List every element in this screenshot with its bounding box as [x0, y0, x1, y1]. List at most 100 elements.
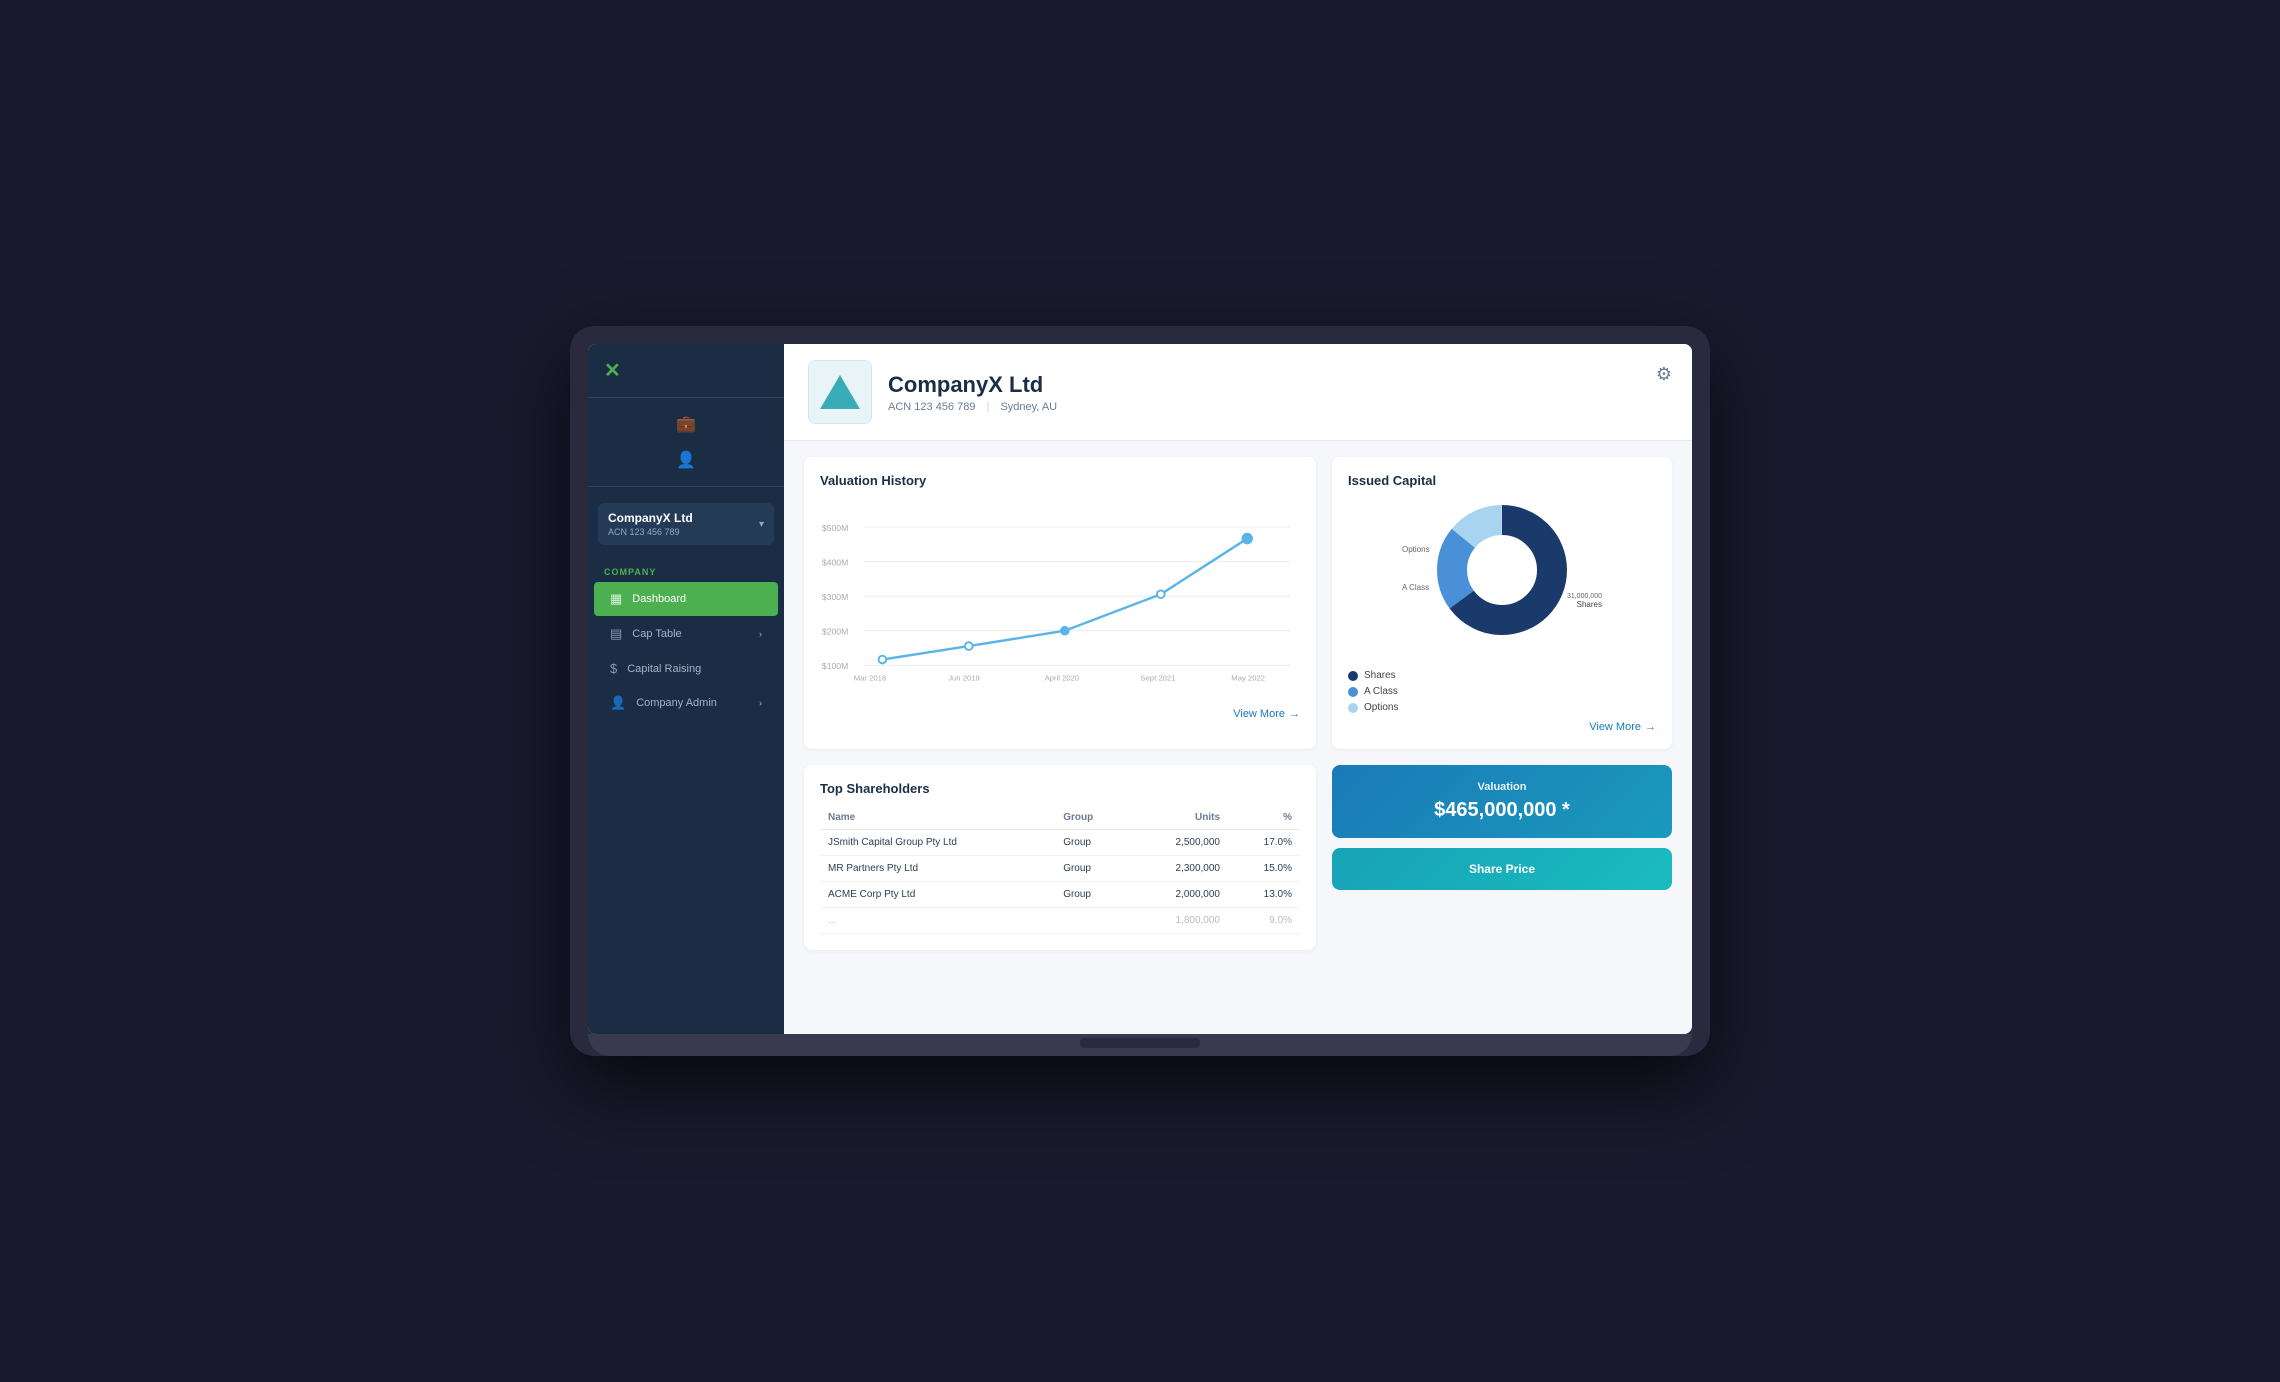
svg-text:$400M: $400M: [822, 557, 848, 567]
dashboard-icon: ▦: [610, 591, 622, 607]
company-logo-triangle: [820, 375, 860, 409]
valuation-history-view-more[interactable]: View More →: [820, 708, 1300, 720]
laptop-frame: ✕ 💼 👤 CompanyX Ltd ACN 123 456 789 ▾ COM…: [570, 326, 1710, 1056]
dashboard-body: Valuation History $500M $400M $300M $200…: [784, 441, 1692, 1034]
company-selector-name: CompanyX Ltd: [608, 511, 693, 525]
valuation-chart-svg: $500M $400M $300M $200M $100M: [820, 500, 1300, 700]
sidebar-item-company-admin[interactable]: 👤 Company Admin ›: [594, 686, 778, 720]
legend-dot-shares: [1348, 671, 1358, 681]
valuation-chart-area: $500M $400M $300M $200M $100M: [820, 500, 1300, 700]
shareholders-table: Name Group Units % JSmith Capital Group …: [820, 806, 1300, 934]
issued-capital-card: Issued Capital Options A Class: [1332, 457, 1672, 749]
legend-dot-options: [1348, 703, 1358, 713]
valuation-widget[interactable]: Valuation $465,000,000 *: [1332, 765, 1672, 838]
dashboard-top-row: Valuation History $500M $400M $300M $200…: [804, 457, 1672, 749]
shareholder-percent: 15.0%: [1228, 856, 1300, 882]
shareholder-units: 2,500,000: [1130, 830, 1228, 856]
table-row: ACME Corp Pty Ltd Group 2,000,000 13.0%: [820, 882, 1300, 908]
legend-a-class: A Class: [1348, 686, 1656, 697]
user-circle-icon: 👤: [610, 695, 626, 711]
a-class-label: A Class: [1402, 583, 1429, 592]
chevron-down-icon: ▾: [759, 519, 764, 530]
sidebar-item-label: Company Admin: [636, 697, 717, 709]
legend-label-options: Options: [1364, 702, 1398, 713]
company-name-heading: CompanyX Ltd: [888, 372, 1057, 398]
dashboard-bottom-row: Top Shareholders Name Group Units %: [804, 765, 1672, 950]
sidebar-logo: ✕: [588, 344, 784, 398]
legend-label-shares: Shares: [1364, 670, 1396, 681]
donut-container: Options A Class: [1348, 500, 1656, 713]
shareholder-group: Group: [1055, 882, 1130, 908]
valuation-history-card: Valuation History $500M $400M $300M $200…: [804, 457, 1316, 749]
share-price-widget-label: Share Price: [1348, 862, 1656, 876]
shareholder-name: ACME Corp Pty Ltd: [820, 882, 1055, 908]
shareholder-units: 2,000,000: [1130, 882, 1228, 908]
shareholder-units: 2,300,000: [1130, 856, 1228, 882]
donut-chart-area: Options A Class: [1402, 500, 1602, 660]
legend-label-a-class: A Class: [1364, 686, 1398, 697]
valuation-widget-amount: $465,000,000 *: [1348, 799, 1656, 822]
sidebar-top-icons: 💼 👤: [588, 398, 784, 487]
shareholder-group: Group: [1055, 830, 1130, 856]
shareholders-card: Top Shareholders Name Group Units %: [804, 765, 1316, 950]
sidebar-item-capital-raising[interactable]: $ Capital Raising: [594, 652, 778, 685]
shareholder-group: Group: [1055, 856, 1130, 882]
legend-dot-a-class: [1348, 687, 1358, 697]
valuation-widget-label: Valuation: [1348, 781, 1656, 793]
shareholder-percent: 13.0%: [1228, 882, 1300, 908]
col-name: Name: [820, 806, 1055, 830]
donut-svg: [1432, 500, 1572, 640]
dollar-icon: $: [610, 661, 617, 676]
cap-table-icon: ▤: [610, 626, 622, 642]
shareholder-name: JSmith Capital Group Pty Ltd: [820, 830, 1055, 856]
shareholders-table-body: JSmith Capital Group Pty Ltd Group 2,500…: [820, 830, 1300, 934]
sidebar-item-label: Capital Raising: [627, 663, 701, 675]
svg-text:Sept 2021: Sept 2021: [1140, 674, 1175, 683]
company-selector[interactable]: CompanyX Ltd ACN 123 456 789 ▾: [598, 503, 774, 545]
col-units: Units: [1130, 806, 1228, 830]
legend-shares: Shares: [1348, 670, 1656, 681]
settings-gear-icon[interactable]: ⚙: [1656, 364, 1672, 385]
col-percent: %: [1228, 806, 1300, 830]
share-price-widget[interactable]: Share Price: [1332, 848, 1672, 890]
sidebar-item-cap-table[interactable]: ▤ Cap Table ›: [594, 617, 778, 651]
laptop-base: [588, 1034, 1692, 1056]
company-logo-box: [808, 360, 872, 424]
sidebar-item-label: Cap Table: [632, 628, 681, 640]
col-group: Group: [1055, 806, 1130, 830]
person-icon[interactable]: 👤: [676, 450, 696, 470]
shareholder-percent: 17.0%: [1228, 830, 1300, 856]
app-logo-icon: ✕: [604, 358, 621, 383]
valuation-history-title: Valuation History: [820, 473, 1300, 488]
arrow-right-icon-2: →: [1645, 721, 1656, 733]
svg-text:Mar 2018: Mar 2018: [854, 674, 886, 683]
right-widgets: Valuation $465,000,000 * Share Price: [1332, 765, 1672, 950]
shareholders-title: Top Shareholders: [820, 781, 1300, 796]
table-row: MR Partners Pty Ltd Group 2,300,000 15.0…: [820, 856, 1300, 882]
svg-text:Jun 2019: Jun 2019: [948, 674, 980, 683]
svg-text:$500M: $500M: [822, 523, 848, 533]
table-row: JSmith Capital Group Pty Ltd Group 2,500…: [820, 830, 1300, 856]
laptop-screen: ✕ 💼 👤 CompanyX Ltd ACN 123 456 789 ▾ COM…: [588, 344, 1692, 1034]
chevron-right-icon: ›: [759, 629, 762, 639]
chevron-right-icon: ›: [759, 698, 762, 708]
svg-text:$200M: $200M: [822, 627, 848, 637]
sidebar-nav: ▦ Dashboard ▤ Cap Table › $ Capital Rais…: [588, 581, 784, 1034]
issued-capital-view-more[interactable]: View More →: [1348, 721, 1656, 733]
company-header: CompanyX Ltd ACN 123 456 789 | Sydney, A…: [784, 344, 1692, 441]
main-content: CompanyX Ltd ACN 123 456 789 | Sydney, A…: [784, 344, 1692, 1034]
table-row: ... 1,800,000 9.0%: [820, 908, 1300, 934]
briefcase-icon[interactable]: 💼: [676, 414, 696, 434]
shareholder-units: 1,800,000: [1130, 908, 1228, 934]
shares-value-label: 31,000,000 Shares: [1567, 593, 1602, 609]
company-selector-acn: ACN 123 456 789: [608, 527, 693, 537]
sidebar: ✕ 💼 👤 CompanyX Ltd ACN 123 456 789 ▾ COM…: [588, 344, 784, 1034]
svg-text:$100M: $100M: [822, 661, 848, 671]
arrow-right-icon: →: [1289, 708, 1300, 720]
sidebar-item-label: Dashboard: [632, 593, 686, 605]
sidebar-item-dashboard[interactable]: ▦ Dashboard: [594, 582, 778, 616]
shareholder-name: ...: [820, 908, 1055, 934]
options-label: Options: [1402, 545, 1430, 554]
shareholder-percent: 9.0%: [1228, 908, 1300, 934]
svg-text:$300M: $300M: [822, 592, 848, 602]
